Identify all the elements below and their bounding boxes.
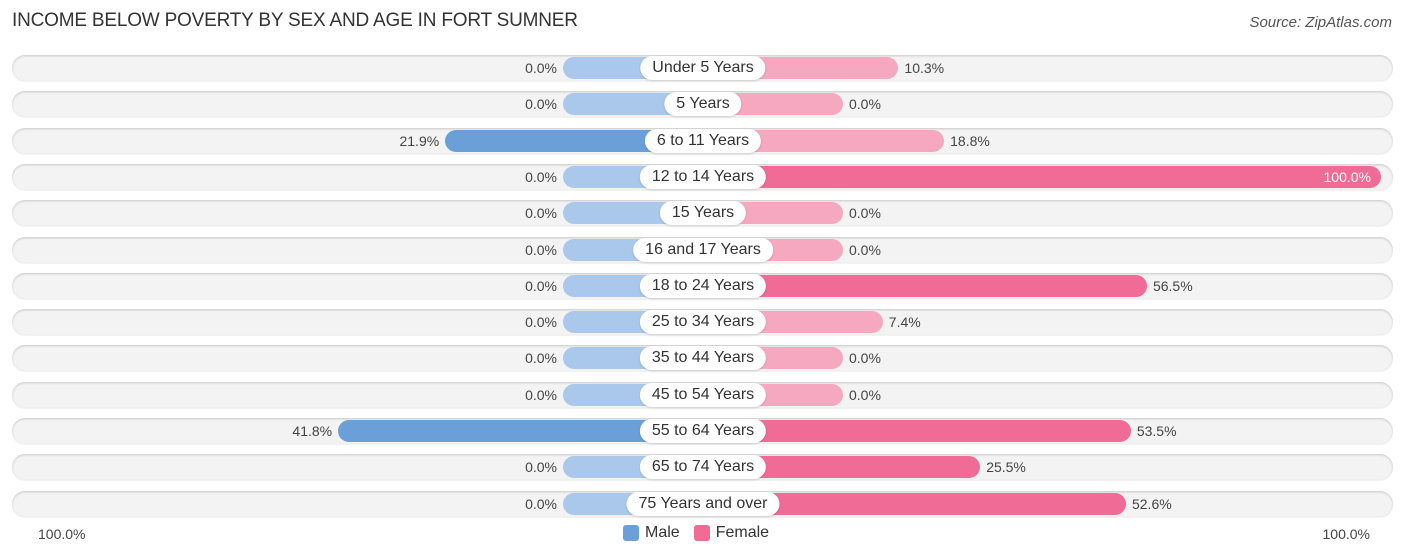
category-label: 35 to 44 Years	[639, 346, 767, 370]
bar-female	[703, 166, 1381, 188]
legend-swatch-female	[693, 525, 710, 541]
legend-label-male: Male	[645, 524, 680, 541]
source-label: Source: ZipAtlas.com	[1249, 14, 1392, 31]
value-label-male: 0.0%	[525, 278, 557, 294]
value-label-female: 7.4%	[888, 314, 921, 330]
category-label: 75 Years and over	[626, 492, 780, 516]
axis-label-left: 100.0%	[38, 526, 86, 542]
value-label-male: 0.0%	[525, 459, 557, 475]
category-label: 65 to 74 Years	[639, 455, 767, 479]
value-label-male: 21.9%	[399, 133, 440, 149]
value-label-female: 0.0%	[849, 350, 881, 366]
bar-female	[703, 275, 1147, 297]
category-label: 15 Years	[659, 201, 747, 225]
value-label-male: 0.0%	[525, 205, 557, 221]
value-label-female: 0.0%	[849, 242, 881, 258]
legend-label-female: Female	[715, 524, 770, 541]
bar-female	[703, 420, 1131, 442]
value-label-male: 0.0%	[525, 96, 557, 112]
value-label-male: 0.0%	[525, 314, 557, 330]
category-label: 6 to 11 Years	[644, 129, 762, 153]
legend: Male Female	[623, 524, 769, 542]
value-label-male: 0.0%	[525, 242, 557, 258]
category-label: 18 to 24 Years	[639, 274, 767, 298]
value-label-male: 0.0%	[525, 169, 557, 185]
value-label-female: 56.5%	[1152, 278, 1193, 294]
axis-label-right: 100.0%	[1322, 526, 1370, 542]
value-label-female: 53.5%	[1136, 423, 1177, 439]
value-label-female: 10.3%	[904, 60, 945, 76]
category-label: 25 to 34 Years	[639, 310, 767, 334]
category-label: 16 and 17 Years	[633, 238, 773, 262]
value-label-female: 100.0%	[1323, 169, 1371, 185]
value-label-female: 52.6%	[1131, 496, 1172, 512]
value-label-female: 18.8%	[950, 133, 990, 149]
value-label-male: 0.0%	[525, 496, 557, 512]
category-label: 5 Years	[664, 92, 742, 116]
value-label-female: 0.0%	[849, 96, 881, 112]
value-label-female: 0.0%	[849, 387, 881, 403]
category-label: Under 5 Years	[640, 56, 766, 80]
category-label: 12 to 14 Years	[639, 165, 767, 189]
value-label-male: 41.8%	[292, 423, 333, 439]
value-label-male: 0.0%	[525, 350, 557, 366]
category-label: 55 to 64 Years	[639, 419, 767, 443]
value-label-female: 0.0%	[849, 205, 881, 221]
legend-swatch-male	[623, 525, 639, 541]
value-label-male: 0.0%	[525, 387, 557, 403]
chart-title: INCOME BELOW POVERTY BY SEX AND AGE IN F…	[12, 10, 578, 31]
value-label-female: 25.5%	[986, 459, 1026, 475]
category-label: 45 to 54 Years	[639, 383, 767, 407]
value-label-male: 0.0%	[525, 60, 557, 76]
